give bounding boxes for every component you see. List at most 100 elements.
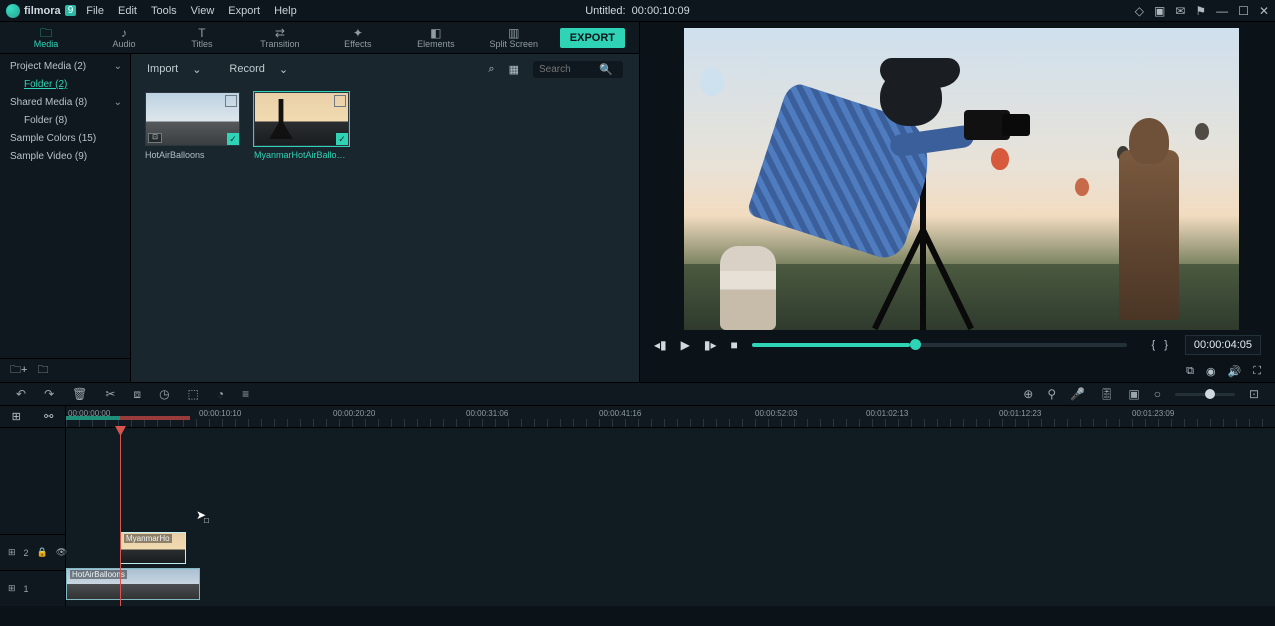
sidebar-footer: 🗀+ 🗀	[0, 358, 130, 382]
fullscreen-icon[interactable]: ⛶	[1253, 365, 1261, 378]
tab-splitscreen[interactable]: ▥Split Screen	[482, 27, 546, 49]
thumbnail-label: MyanmarHotAirBalloons5	[254, 150, 349, 160]
ruler-tick: 00:00:20:20	[333, 409, 375, 418]
track-area[interactable]: MyanmarHo HotAirBalloons ➤	[66, 428, 1275, 606]
box-icon[interactable]: ▣	[1128, 387, 1139, 401]
lock-icon[interactable]: 🔒	[37, 547, 48, 558]
circle-icon[interactable]: ○	[1154, 387, 1161, 401]
link-icon[interactable]: ⚯	[44, 410, 53, 423]
media-item[interactable]: ⊡✓ HotAirBalloons	[145, 92, 240, 160]
tab-elements[interactable]: ◧Elements	[404, 27, 468, 49]
timeline-clip[interactable]: MyanmarHo	[120, 532, 186, 564]
track-header-2[interactable]: ⊞ 2 🔒 👁	[0, 534, 65, 570]
cut-icon[interactable]: ✂	[105, 387, 115, 401]
zoom-slider[interactable]	[1175, 393, 1235, 396]
mixer-icon[interactable]: 🎚	[1099, 387, 1114, 401]
tree-shared-media[interactable]: Shared Media (8)⌄	[0, 94, 130, 112]
volume-icon[interactable]: 🔊	[1228, 365, 1242, 378]
titles-icon: T	[198, 27, 205, 39]
audio-icon: ♪	[121, 27, 127, 39]
track-header-1[interactable]: ⊞ 1	[0, 570, 65, 606]
camera-icon[interactable]: ◉	[1206, 365, 1216, 378]
prev-frame-button[interactable]: ◂▮	[654, 338, 667, 352]
search-input[interactable]: 🔍	[533, 61, 623, 78]
tab-titles[interactable]: TTitles	[170, 27, 234, 49]
thumbnail-label: HotAirBalloons	[145, 150, 240, 160]
import-dropdown[interactable]: Import⌄	[147, 63, 201, 76]
menu-export[interactable]: Export	[228, 5, 260, 17]
color-icon[interactable]: ⬚	[188, 387, 199, 401]
ruler-tick: 00:00:31:06	[466, 409, 508, 418]
export-button[interactable]: EXPORT	[560, 28, 625, 48]
expand-icon[interactable]: ⊞	[12, 410, 21, 423]
filter-icon[interactable]: ⌕	[488, 63, 494, 76]
flag-icon[interactable]: ⚑	[1195, 4, 1206, 18]
version-badge: 9	[65, 5, 77, 16]
preview-viewport[interactable]	[684, 28, 1239, 330]
tab-transition[interactable]: ⇄Transition	[248, 27, 312, 49]
playhead[interactable]	[120, 428, 121, 606]
search-field[interactable]	[539, 64, 599, 75]
user-icon[interactable]: ◇	[1135, 4, 1144, 18]
crop-icon[interactable]: ⧈	[133, 387, 141, 402]
balloon-icon	[1075, 178, 1089, 196]
ruler-tick: 00:01:02:13	[866, 409, 908, 418]
mail-icon[interactable]: ✉	[1175, 4, 1185, 18]
menu-file[interactable]: File	[86, 5, 104, 17]
zoom-fit-icon[interactable]: ⊡	[1249, 387, 1259, 401]
marker-icon[interactable]: ⚲	[1047, 387, 1056, 401]
minimize-icon[interactable]: —	[1216, 4, 1228, 18]
timeline-canvas[interactable]: 00:00:00:00 00:00:10:10 00:00:20:20 00:0…	[66, 406, 1275, 606]
new-folder-icon[interactable]: 🗀+	[10, 361, 27, 380]
zoom-handle[interactable]	[1205, 389, 1215, 399]
progress-handle[interactable]	[910, 339, 921, 350]
document-title: Untitled: 00:00:10:09	[585, 5, 690, 17]
tab-media[interactable]: 🗀Media	[14, 27, 78, 49]
tree-project-media[interactable]: Project Media (2)⌄	[0, 58, 130, 76]
menu-help[interactable]: Help	[274, 5, 297, 17]
open-folder-icon[interactable]: 🗀	[37, 361, 48, 380]
balloon-icon	[1195, 123, 1209, 140]
grid-view-icon[interactable]: ▦	[509, 63, 519, 76]
tab-audio[interactable]: ♪Audio	[92, 27, 156, 49]
tree-shared-folder[interactable]: Folder (8)	[0, 112, 130, 130]
time-ruler[interactable]: 00:00:00:00 00:00:10:10 00:00:20:20 00:0…	[66, 406, 1275, 428]
video-track-icon: ⊞	[8, 547, 16, 558]
snapshot-icon[interactable]: ⧉	[1186, 365, 1194, 378]
chevron-down-icon: ⌄	[192, 63, 201, 76]
ruler-tick: 00:00:10:10	[199, 409, 241, 418]
menu-view[interactable]: View	[191, 5, 215, 17]
preview-range-b	[120, 416, 190, 420]
redo-icon[interactable]: ↷	[44, 387, 54, 401]
render-icon[interactable]: ⊕	[1023, 387, 1033, 401]
delete-icon[interactable]: 🗑	[72, 387, 87, 401]
tree-sample-colors[interactable]: Sample Colors (15)	[0, 130, 130, 148]
media-bin: 🗀Media ♪Audio TTitles ⇄Transition ✦Effec…	[131, 22, 639, 382]
clock-icon[interactable]: ◔	[217, 387, 224, 401]
thumbnail-image[interactable]: ⊡✓	[145, 92, 240, 146]
media-item[interactable]: ✓ MyanmarHotAirBalloons5	[254, 92, 349, 160]
chevron-down-icon[interactable]: ⌄	[114, 60, 122, 74]
close-icon[interactable]: ✕	[1259, 4, 1269, 18]
record-dropdown[interactable]: Record⌄	[229, 63, 288, 76]
tree-sample-video[interactable]: Sample Video (9)	[0, 148, 130, 166]
layout-icon[interactable]: ▣	[1154, 4, 1165, 18]
maximize-icon[interactable]: ☐	[1238, 4, 1249, 18]
speed-icon[interactable]: ◷	[159, 387, 169, 401]
next-frame-button[interactable]: ▮▸	[704, 338, 717, 352]
progress-bar[interactable]	[752, 343, 1128, 347]
tab-effects[interactable]: ✦Effects	[326, 27, 390, 49]
play-button[interactable]: ▶	[681, 338, 690, 352]
tree-folder-selected[interactable]: Folder (2)	[0, 76, 130, 94]
stop-button[interactable]: ■	[731, 338, 738, 352]
mic-icon[interactable]: 🎤	[1070, 387, 1085, 401]
doc-timecode: 00:00:10:09	[632, 5, 690, 17]
timeline-clip[interactable]: HotAirBalloons	[66, 568, 200, 600]
chevron-down-icon[interactable]: ⌄	[114, 96, 122, 110]
thumbnail-image[interactable]: ✓	[254, 92, 349, 146]
undo-icon[interactable]: ↶	[16, 387, 26, 401]
list-icon[interactable]: ≡	[242, 387, 249, 401]
menu-edit[interactable]: Edit	[118, 5, 137, 17]
menu-tools[interactable]: Tools	[151, 5, 177, 17]
search-icon[interactable]: 🔍	[599, 63, 613, 76]
